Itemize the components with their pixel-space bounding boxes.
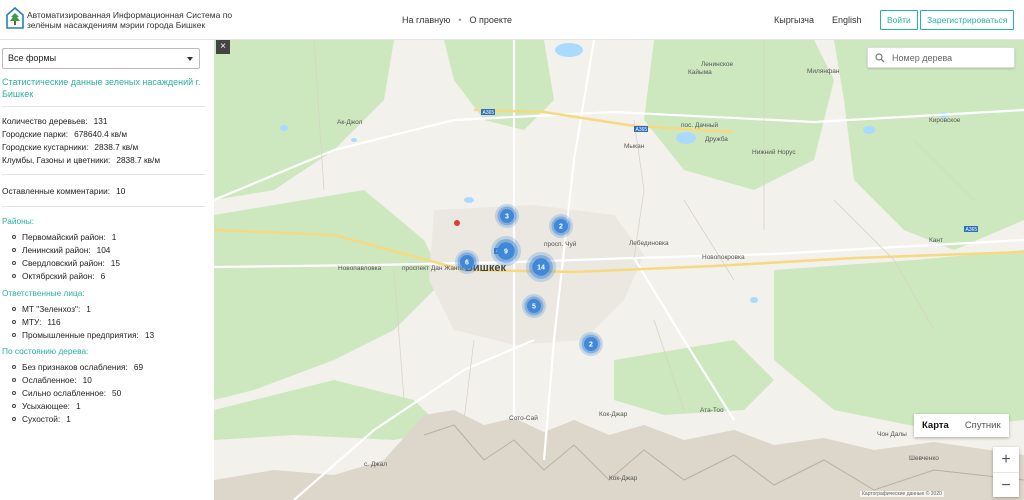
list-item: Октябрский район: 6 <box>12 271 105 281</box>
svg-text:Чон Далы: Чон Далы <box>877 431 907 438</box>
tree-cluster-marker[interactable]: 2 <box>549 214 573 238</box>
svg-text:Сото-Сай: Сото-Сай <box>509 414 538 422</box>
stat-flowerbeds: Клумбы, Газоны и цветники: 2838.7 кв/м <box>2 155 161 165</box>
tree-cluster-marker[interactable]: 2 <box>579 332 603 356</box>
zoom-control: + − <box>993 447 1019 497</box>
svg-text:Ак-Джол: Ак-Джол <box>337 119 363 126</box>
svg-text:Кант: Кант <box>929 237 943 244</box>
svg-text:A365: A365 <box>483 110 495 116</box>
svg-text:Мыкан: Мыкан <box>624 143 645 150</box>
map-canvas[interactable]: A365 A365 A365 A365 Ленинское Кайыма Мил… <box>214 40 1024 500</box>
cluster-count: 2 <box>559 224 563 231</box>
stat-comments: Оставленные комментарии: 10 <box>2 186 126 196</box>
list-item: Ослабленное: 10 <box>12 375 92 385</box>
logo-icon[interactable] <box>6 7 24 29</box>
svg-text:Кок-Джар: Кок-Джар <box>609 475 638 482</box>
divider <box>2 106 205 107</box>
cluster-count: 5 <box>532 304 536 311</box>
svg-text:Шевченко: Шевченко <box>909 455 939 462</box>
language-switcher: Кыргызча English <box>774 15 862 25</box>
map-graphics: A365 A365 A365 A365 Ленинское Кайыма Мил… <box>214 40 1024 500</box>
districts-heading: Районы: <box>2 216 34 226</box>
svg-text:Новопокровка: Новопокровка <box>702 254 745 261</box>
cluster-count: 9 <box>504 249 508 256</box>
zoom-in-button[interactable]: + <box>993 447 1019 472</box>
divider <box>2 174 205 175</box>
svg-text:пос. Дачный: пос. Дачный <box>681 121 719 129</box>
map-type-switcher: Карта Спутник <box>914 414 1009 437</box>
svg-text:Кайыма: Кайыма <box>688 68 712 76</box>
list-item: МТ "Зеленхоз": 1 <box>12 304 91 314</box>
tree-cluster-marker[interactable]: 6 <box>455 250 479 274</box>
tree-search <box>867 47 1015 68</box>
chevron-down-icon <box>187 57 193 61</box>
nav-separator: • <box>458 15 462 25</box>
svg-text:Дружба: Дружба <box>705 135 728 143</box>
svg-text:Милянфан: Милянфан <box>807 68 840 75</box>
list-item: Ленинский район: 104 <box>12 245 110 255</box>
list-item: Свердловский район: 15 <box>12 258 120 268</box>
select-value: Все формы <box>8 53 57 63</box>
map-attribution: Картографические данные © 2020 <box>860 491 944 497</box>
cluster-count: 3 <box>505 214 509 221</box>
svg-text:проспект Дан Жанги: проспект Дан Жанги <box>402 265 464 272</box>
list-item: Сухостой: 1 <box>12 414 71 424</box>
list-item: Без признаков ослабления: 69 <box>12 362 143 372</box>
nav-home-link[interactable]: На главную <box>402 15 450 25</box>
lang-english-link[interactable]: English <box>832 15 862 25</box>
stats-title: Статистические данные зеленых насаждений… <box>2 77 201 99</box>
tree-cluster-marker[interactable]: 3 <box>495 204 519 228</box>
svg-text:Ата-Тоо: Ата-Тоо <box>700 407 724 414</box>
location-pin[interactable] <box>454 220 460 226</box>
stats-sidebar: Все формы Статистические данные зеленых … <box>0 40 214 500</box>
tree-cluster-marker[interactable]: 9 <box>491 236 521 266</box>
svg-text:Новопавловка: Новопавловка <box>338 265 382 272</box>
list-item: Первомайский район: 1 <box>12 232 116 242</box>
header: Автоматизированная Информационная Систем… <box>0 0 1024 40</box>
search-icon <box>875 53 885 63</box>
list-item: МТУ: 116 <box>12 317 61 327</box>
list-item: Промышленные предприятия: 13 <box>12 330 154 340</box>
app-title: Автоматизированная Информационная Систем… <box>27 10 233 30</box>
stat-city-shrubs: Городские кустарники: 2838.7 кв/м <box>2 142 139 152</box>
list-item: Сильно ослабленное: 50 <box>12 388 121 398</box>
map-type-map-button[interactable]: Карта <box>914 414 957 437</box>
svg-text:с. Джал: с. Джал <box>364 461 387 468</box>
cluster-count: 14 <box>537 265 545 272</box>
tree-cluster-marker[interactable]: 14 <box>526 252 556 282</box>
tree-cluster-marker[interactable]: 5 <box>522 294 546 318</box>
svg-text:Кировское: Кировское <box>929 117 961 124</box>
list-item: Усыхающее: 1 <box>12 401 81 411</box>
top-nav: На главную • О проекте <box>402 15 512 25</box>
divider <box>2 206 205 207</box>
stat-city-parks: Городские парки: 678640.4 кв/м <box>2 129 128 139</box>
svg-text:A365: A365 <box>966 227 978 233</box>
stat-trees-count: Количество деревьев: 131 <box>2 116 108 126</box>
condition-heading: По состоянию дерева: <box>2 346 89 356</box>
nav-about-link[interactable]: О проекте <box>470 15 512 25</box>
svg-text:A365: A365 <box>636 127 648 133</box>
svg-text:Лебединовка: Лебединовка <box>629 239 669 247</box>
lang-kyrgyz-link[interactable]: Кыргызча <box>774 15 814 25</box>
collapse-sidebar-button[interactable]: × <box>216 40 230 54</box>
svg-text:просп. Чуй: просп. Чуй <box>544 240 577 248</box>
tree-number-input[interactable] <box>892 50 1010 65</box>
register-button[interactable]: Зарегистрироваться <box>920 10 1015 30</box>
cluster-count: 2 <box>589 342 593 349</box>
login-button[interactable]: Войти <box>880 10 918 30</box>
map-type-satellite-button[interactable]: Спутник <box>957 414 1009 437</box>
form-type-select[interactable]: Все формы <box>2 48 200 69</box>
svg-text:Нижний Норус: Нижний Норус <box>752 148 796 156</box>
svg-text:Ленинское: Ленинское <box>701 61 733 68</box>
zoom-out-button[interactable]: − <box>993 472 1019 497</box>
svg-text:Кок-Джар: Кок-Джар <box>599 411 628 418</box>
responsible-heading: Ответственные лица: <box>2 288 85 298</box>
cluster-count: 6 <box>465 260 469 267</box>
